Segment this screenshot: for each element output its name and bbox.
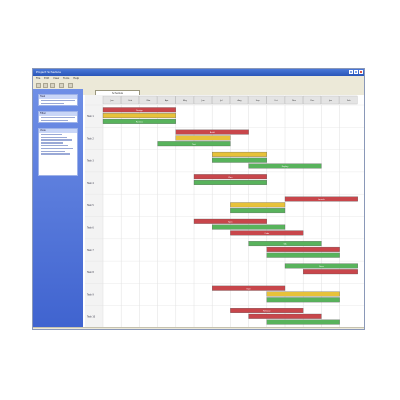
- row-label: Task 1: [87, 115, 94, 118]
- gantt-bar[interactable]: [303, 269, 358, 275]
- panel-item[interactable]: [41, 147, 74, 150]
- window-title: Project Schedule: [36, 70, 62, 74]
- menu-tools[interactable]: Tools: [63, 77, 69, 80]
- gantt-bar[interactable]: [266, 319, 340, 325]
- gantt-bar-label: Test: [192, 143, 196, 146]
- save-icon[interactable]: [50, 82, 55, 88]
- panel-item[interactable]: [41, 102, 64, 105]
- gantt-bar[interactable]: [212, 224, 286, 230]
- zoom-icon[interactable]: [68, 82, 73, 88]
- gantt-bar[interactable]: [230, 202, 286, 208]
- app-window: Project Schedule File Edit View Tools He…: [32, 68, 365, 330]
- print-icon[interactable]: [59, 82, 64, 88]
- close-icon[interactable]: [359, 70, 363, 74]
- gantt-bar[interactable]: [266, 252, 340, 258]
- column-header-label: Apr: [165, 99, 169, 102]
- row-label: Task 3: [87, 160, 94, 163]
- panel-item[interactable]: [41, 139, 72, 141]
- panel-title: Task: [39, 95, 77, 99]
- gantt-bar-label: Docs: [319, 266, 324, 268]
- menu-edit[interactable]: Edit: [44, 77, 49, 80]
- menu-view[interactable]: View: [53, 77, 59, 80]
- sidebar-panel-view: View: [38, 128, 78, 176]
- gantt-bar[interactable]: [266, 297, 340, 303]
- status-bar: [33, 327, 364, 329]
- sidebar-panel-filter: Filter: [38, 111, 78, 123]
- gantt-bar-label: Design: [136, 110, 143, 112]
- panel-item-list: [39, 133, 77, 155]
- title-bar: Project Schedule: [33, 69, 364, 76]
- gantt-bar-label: Spec: [228, 221, 233, 223]
- panel-item[interactable]: [41, 116, 75, 119]
- gantt-chart: Jan Feb Mar Apr May Jun Jul Aug Sep Oct Nov Dec Jan F…: [85, 95, 364, 328]
- column-header-label: Jun: [201, 100, 206, 102]
- row-label: Task 8: [87, 271, 94, 274]
- column-header-label: Jul: [219, 100, 223, 102]
- gantt-bar[interactable]: [212, 157, 267, 163]
- gantt-canvas: Jan Feb Mar Apr May Jun Jul Aug Sep Oct Nov Dec Jan F…: [85, 95, 364, 328]
- gantt-bar-label: Build: [210, 132, 216, 134]
- column-header-label: Jan: [110, 100, 115, 102]
- maximize-icon[interactable]: [354, 70, 358, 74]
- panel-item[interactable]: [41, 150, 65, 152]
- panel-item[interactable]: [41, 153, 70, 155]
- panel-item[interactable]: [41, 119, 68, 122]
- gantt-bar[interactable]: [266, 246, 340, 252]
- column-header-label: Oct: [274, 99, 278, 102]
- panel-item[interactable]: [41, 133, 62, 136]
- gantt-bar-label: Release: [263, 311, 271, 313]
- row-label: Task 10: [87, 316, 96, 319]
- gantt-bar-label: Launch: [318, 199, 326, 201]
- row-label: Task 4: [87, 182, 94, 185]
- gantt-bar-label: Review: [136, 122, 143, 124]
- row-label: Task 9: [87, 293, 94, 296]
- new-icon[interactable]: [36, 82, 41, 88]
- sidebar-panel-task: Task: [38, 94, 78, 106]
- gantt-bar[interactable]: [266, 291, 340, 297]
- minimize-icon[interactable]: [349, 70, 353, 74]
- gantt-bar[interactable]: [102, 113, 176, 119]
- gantt-bar[interactable]: [230, 208, 286, 214]
- open-icon[interactable]: [43, 82, 48, 88]
- gantt-bar-label: Deploy: [282, 166, 290, 168]
- gantt-bar[interactable]: [193, 180, 267, 185]
- sidebar: Task Filter View: [33, 89, 83, 329]
- gantt-bar-label: Code: [264, 233, 270, 235]
- panel-item[interactable]: [41, 142, 64, 144]
- row-label: Task 5: [87, 204, 94, 207]
- menu-help[interactable]: Help: [73, 77, 79, 80]
- row-label: Task 2: [87, 137, 94, 140]
- gantt-bar[interactable]: [248, 313, 322, 319]
- column-header-label: Jan: [328, 100, 333, 102]
- menu-file[interactable]: File: [36, 77, 40, 80]
- gantt-bar[interactable]: [212, 151, 267, 157]
- column-header-label: Mar: [147, 99, 151, 102]
- row-label: Task 7: [87, 249, 94, 252]
- panel-item[interactable]: [41, 136, 67, 139]
- row-label: Task 6: [87, 226, 94, 229]
- panel-item[interactable]: [41, 99, 75, 102]
- panel-item[interactable]: [41, 145, 69, 147]
- panel-title: Filter: [39, 112, 77, 116]
- gantt-bar[interactable]: [175, 135, 231, 141]
- panel-title: View: [39, 129, 77, 133]
- gantt-bar-label: Train: [246, 287, 251, 290]
- column-header-label: Dec: [310, 100, 314, 102]
